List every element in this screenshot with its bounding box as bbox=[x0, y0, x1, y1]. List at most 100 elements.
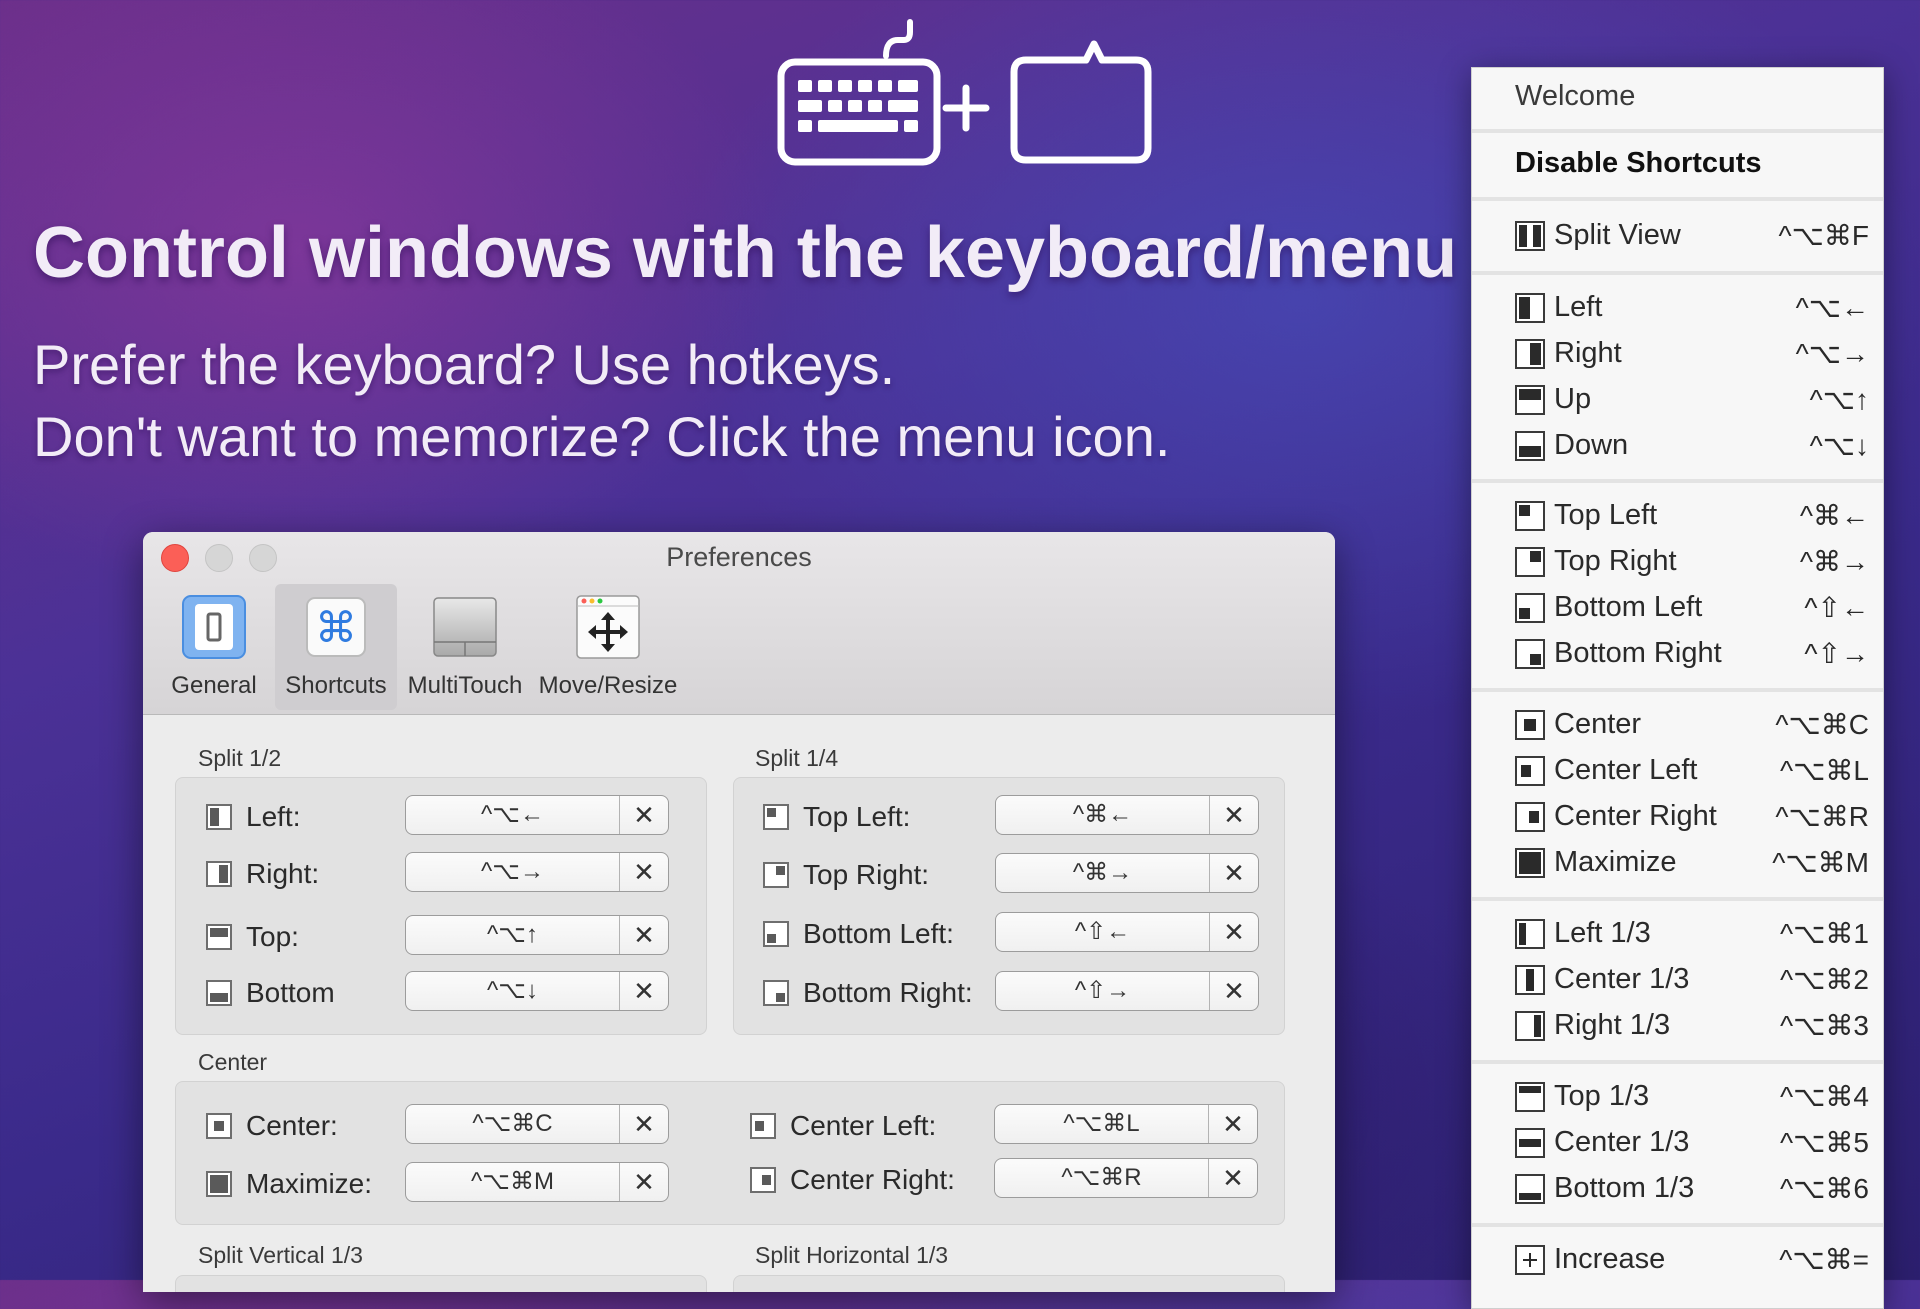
shortcut-label: Bottom Right: bbox=[803, 977, 973, 1008]
shortcut-label: Bottom Left: bbox=[803, 918, 954, 949]
shortcut-recorder-bottom[interactable]: ^⌥↓ ✕ bbox=[405, 971, 669, 1011]
middle-third-icon bbox=[1515, 1128, 1545, 1158]
tab-shortcuts[interactable]: ⌘ Shortcuts bbox=[275, 584, 397, 710]
clear-shortcut-button[interactable]: ✕ bbox=[1210, 796, 1258, 834]
shortcut-recorder-bottom-left[interactable]: ^⇧← ✕ bbox=[995, 912, 1259, 952]
menu-item-welcome[interactable]: Welcome bbox=[1515, 80, 1635, 113]
center-third-icon bbox=[1515, 965, 1545, 995]
menu-separator bbox=[1472, 1060, 1883, 1064]
menu-item-middle-third[interactable]: Center 1/3 ^⌥⌘5 bbox=[1472, 1120, 1883, 1164]
menu-item-label: Up bbox=[1554, 383, 1592, 415]
shortcut-recorder-right[interactable]: ^⌥→ ✕ bbox=[405, 852, 669, 892]
clear-shortcut-button[interactable]: ✕ bbox=[620, 916, 668, 954]
shortcut-row-maximize: Maximize: bbox=[206, 1162, 372, 1206]
shortcut-recorder-center[interactable]: ^⌥⌘C ✕ bbox=[405, 1104, 669, 1144]
menu-item-split-view[interactable]: Split View ^⌥⌘F bbox=[1472, 213, 1883, 257]
menu-item-disable-shortcuts[interactable]: Disable Shortcuts bbox=[1515, 147, 1762, 180]
shortcut-row-top: Top: bbox=[206, 915, 299, 959]
menu-item-center-right[interactable]: Center Right ^⌥⌘R bbox=[1472, 794, 1883, 838]
menu-item-top-right[interactable]: Top Right ^⌘→ bbox=[1472, 539, 1883, 583]
menu-item-top-left[interactable]: Top Left ^⌘← bbox=[1472, 493, 1883, 537]
shortcut-keys: ^⌥⌘C bbox=[406, 1105, 620, 1143]
bottom-left-icon bbox=[1515, 593, 1545, 623]
top-right-icon bbox=[763, 862, 789, 888]
menu-item-bottom-right[interactable]: Bottom Right ^⇧→ bbox=[1472, 631, 1883, 675]
right-half-icon bbox=[1515, 339, 1545, 369]
menu-item-label: Bottom 1/3 bbox=[1554, 1172, 1695, 1204]
shortcut-keys: ^⌥⌘R bbox=[995, 1159, 1209, 1197]
shortcut-row-bottom-right: Bottom Right: bbox=[763, 971, 973, 1015]
menu-item-label: Split View bbox=[1554, 219, 1681, 251]
shortcut-row-left: Left: bbox=[206, 795, 300, 839]
clear-shortcut-button[interactable]: ✕ bbox=[620, 1163, 668, 1201]
shortcut-keys: ^⌥↑ bbox=[406, 916, 620, 954]
shortcut-recorder-top-left[interactable]: ^⌘← ✕ bbox=[995, 795, 1259, 835]
switch-icon bbox=[182, 595, 246, 659]
shortcut-recorder-left[interactable]: ^⌥← ✕ bbox=[405, 795, 669, 835]
tab-multitouch-label: MultiTouch bbox=[407, 672, 523, 699]
menu-item-up[interactable]: Up ^⌥↑ bbox=[1472, 377, 1883, 421]
clear-shortcut-button[interactable]: ✕ bbox=[620, 972, 668, 1010]
clear-shortcut-button[interactable]: ✕ bbox=[1210, 972, 1258, 1010]
clear-shortcut-button[interactable]: ✕ bbox=[620, 796, 668, 834]
clear-shortcut-button[interactable]: ✕ bbox=[620, 853, 668, 891]
menu-item-shortcut: ^⌘← bbox=[1799, 500, 1869, 531]
clear-shortcut-button[interactable]: ✕ bbox=[1209, 1105, 1257, 1143]
tab-general-label: General bbox=[171, 672, 257, 699]
left-half-icon bbox=[206, 804, 232, 830]
menu-item-right[interactable]: Right ^⌥→ bbox=[1472, 331, 1883, 375]
menu-item-label: Center Left bbox=[1554, 754, 1698, 786]
center-icon bbox=[206, 1113, 232, 1139]
shortcut-row-top-left: Top Left: bbox=[763, 795, 910, 839]
menu-item-maximize[interactable]: Maximize ^⌥⌘M bbox=[1472, 840, 1883, 884]
menu-separator bbox=[1472, 479, 1883, 483]
clear-shortcut-button[interactable]: ✕ bbox=[1210, 854, 1258, 892]
shortcut-recorder-top[interactable]: ^⌥↑ ✕ bbox=[405, 915, 669, 955]
clear-shortcut-button[interactable]: ✕ bbox=[1209, 1159, 1257, 1197]
menu-item-label: Down bbox=[1554, 429, 1629, 461]
shortcut-row-bottom: Bottom bbox=[206, 971, 335, 1015]
top-left-icon bbox=[763, 804, 789, 830]
menu-item-center[interactable]: Center ^⌥⌘C bbox=[1472, 702, 1883, 746]
center-left-icon bbox=[1515, 756, 1545, 786]
menu-item-label: Center bbox=[1554, 708, 1642, 740]
shortcuts-pane: Split 1/2 Left: ^⌥← ✕ Right: ^⌥→ ✕ Top: ^⌥… bbox=[143, 715, 1335, 1292]
menu-item-left-third[interactable]: Left 1/3 ^⌥⌘1 bbox=[1472, 911, 1883, 955]
top-half-icon bbox=[1515, 385, 1545, 415]
menu-item-center-third[interactable]: Center 1/3 ^⌥⌘2 bbox=[1472, 957, 1883, 1001]
tab-move-resize[interactable]: Move/Resize bbox=[533, 584, 683, 710]
menu-item-shortcut: ^⌥⌘M bbox=[1772, 847, 1869, 878]
window-menu: Welcome Disable Shortcuts Split View ^⌥⌘F… bbox=[1471, 67, 1884, 1309]
bottom-right-icon bbox=[1515, 639, 1545, 669]
menu-item-top-third[interactable]: Top 1/3 ^⌥⌘4 bbox=[1472, 1074, 1883, 1118]
clear-shortcut-button[interactable]: ✕ bbox=[1210, 913, 1258, 951]
menu-item-label: Top Left bbox=[1554, 499, 1658, 531]
menu-item-right-third[interactable]: Right 1/3 ^⌥⌘3 bbox=[1472, 1003, 1883, 1047]
shortcut-recorder-bottom-right[interactable]: ^⇧→ ✕ bbox=[995, 971, 1259, 1011]
menu-item-shortcut: ^⌘→ bbox=[1799, 546, 1869, 577]
shortcut-keys: ^⌥⌘L bbox=[995, 1105, 1209, 1143]
menu-item-bottom-third[interactable]: Bottom 1/3 ^⌥⌘6 bbox=[1472, 1166, 1883, 1210]
shortcut-row-right: Right: bbox=[206, 852, 319, 896]
shortcut-recorder-maximize[interactable]: ^⌥⌘M ✕ bbox=[405, 1162, 669, 1202]
menu-item-label: Top Right bbox=[1554, 545, 1677, 577]
menu-separator bbox=[1472, 897, 1883, 901]
section-title-split-half: Split 1/2 bbox=[198, 745, 282, 771]
menu-separator bbox=[1472, 1223, 1883, 1227]
menu-item-left[interactable]: Left ^⌥← bbox=[1472, 285, 1883, 329]
top-half-icon bbox=[206, 924, 232, 950]
menu-item-shortcut: ^⌥⌘6 bbox=[1780, 1173, 1869, 1204]
menu-item-down[interactable]: Down ^⌥↓ bbox=[1472, 423, 1883, 467]
menu-item-label: Maximize bbox=[1554, 846, 1677, 878]
shortcut-recorder-center-right[interactable]: ^⌥⌘R ✕ bbox=[994, 1158, 1258, 1198]
tab-general[interactable]: General bbox=[153, 584, 275, 710]
clear-shortcut-button[interactable]: ✕ bbox=[620, 1105, 668, 1143]
tab-multitouch[interactable]: MultiTouch bbox=[397, 584, 533, 710]
shortcut-recorder-top-right[interactable]: ^⌘→ ✕ bbox=[995, 853, 1259, 893]
center-icon bbox=[1515, 710, 1545, 740]
menu-item-increase[interactable]: Increase ^⌥⌘= bbox=[1472, 1237, 1883, 1281]
shortcut-recorder-center-left[interactable]: ^⌥⌘L ✕ bbox=[994, 1104, 1258, 1144]
menu-item-shortcut: ^⌥⌘1 bbox=[1780, 918, 1869, 949]
menu-item-center-left[interactable]: Center Left ^⌥⌘L bbox=[1472, 748, 1883, 792]
menu-item-bottom-left[interactable]: Bottom Left ^⇧← bbox=[1472, 585, 1883, 629]
